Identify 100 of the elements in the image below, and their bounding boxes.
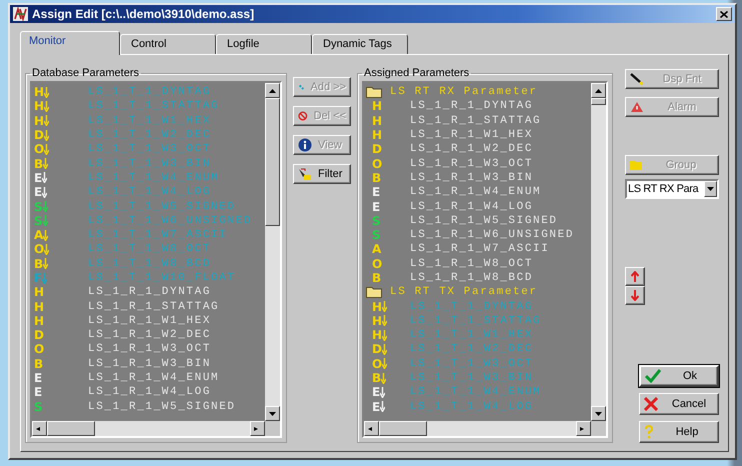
dropdown-button[interactable] [704,181,717,197]
type-letter: E [34,385,42,400]
type-letter: H [372,328,382,342]
scroll-down-button[interactable] [265,406,280,421]
parameter-name[interactable]: LS_1_R_1_W2_DEC [88,329,212,342]
scroll-thumb[interactable] [379,421,427,436]
parameter-name[interactable]: LS_1_R_1_STATTAG [88,300,220,313]
down-arrow-icon [42,201,48,212]
down-arrow-icon [382,301,388,312]
up-arrow-icon [595,88,602,92]
type-letter: A [34,228,44,242]
down-arrow-icon [42,186,48,198]
tab[interactable]: Control [120,34,216,54]
dialog-button[interactable]: Help [639,421,719,443]
down-arrow-icon [631,290,639,301]
scroll-down-button[interactable] [591,406,606,421]
type-letter: E [34,170,42,185]
parameter-name[interactable]: LS_1_R_1_W4_LOG [410,200,534,213]
parameter-name[interactable]: LS_1_R_1_W4_ENUM [88,372,220,384]
app-icon [13,7,28,21]
vertical-scrollbar[interactable] [265,83,280,421]
down-arrow-icon [44,130,49,141]
group-dropdown[interactable]: LS RT RX Para [625,179,719,199]
question-icon [644,425,654,439]
parameter-name[interactable]: LS_1_R_1_DYNTAG [410,100,534,112]
down-arrow-icon [44,100,50,112]
group-name: LS RT RX Parameter [390,86,538,98]
type-letter: H [372,99,382,114]
down-arrow-icon [382,330,388,341]
parameter-name[interactable]: LS_1_R_1_W8_OCT [410,258,534,270]
parameter-name[interactable]: LS_1_R_1_W8_BCD [410,272,534,284]
action-button[interactable]: Filter [293,164,351,184]
scroll-up-button[interactable] [265,83,280,98]
type-letter: H [34,300,44,314]
down-arrow-icon [44,115,50,126]
parameter-name[interactable]: LS_1_R_1_W3_OCT [88,343,212,356]
list-item[interactable]: LS RT TX Parameter [366,285,591,300]
move-up-button[interactable] [625,267,645,286]
close-button[interactable] [716,7,732,21]
folder-icon [630,160,642,170]
down-arrow-icon [380,401,386,412]
no-entry-icon [298,109,308,123]
scroll-up-button[interactable] [591,83,606,98]
down-arrow-icon [381,372,386,384]
parameter-name[interactable]: LS_1_R_1_W4_LOG [88,386,212,398]
parameter-name[interactable]: LS_1_R_1_W3_BIN [410,172,534,184]
parameter-name[interactable]: LS_1_R_1_W5_SIGNED [88,400,236,413]
type-letter: F [34,271,42,285]
parameter-name[interactable]: LS_1_R_1_W1_HEX [410,129,534,142]
tab[interactable]: Logfile [216,34,312,54]
parameter-name[interactable]: LS_1_R_1_W3_BIN [88,358,212,370]
group-name: LS RT TX Parameter [390,286,538,298]
parameter-name[interactable]: LS_1_R_1_W1_HEX [88,314,212,327]
scroll-thumb[interactable] [591,98,606,105]
move-down-button[interactable] [625,286,645,305]
scroll-thumb[interactable] [265,98,280,226]
scroll-right-button[interactable] [250,421,265,436]
down-arrow-icon [43,258,48,270]
parameter-name[interactable]: LS_1_R_1_DYNTAG [88,286,212,298]
caret-icon [707,187,714,191]
parameter-name[interactable]: LS_1_R_1_W6_UNSIGNED [410,229,574,242]
type-letter: H [34,85,44,100]
down-arrow-icon [43,158,48,170]
scroll-left-button[interactable] [364,421,379,436]
dialog-button[interactable]: Ok [639,365,719,387]
down-arrow-icon [382,315,388,326]
parameter-name[interactable]: LS_1_R_1_W7_ASCII [410,243,550,256]
type-letter: B [34,156,44,171]
tab[interactable]: Monitor [20,31,120,55]
list-item[interactable]: LS RT RX Parameter [366,85,591,100]
parameter-name[interactable]: LS_1_R_1_W4_ENUM [410,186,542,198]
parameter-name[interactable]: LS_1_R_1_W5_SIGNED [410,214,558,227]
horizontal-scrollbar[interactable] [32,421,265,436]
type-letter: O [372,156,382,171]
vertical-scrollbar[interactable] [591,83,606,421]
scroll-thumb[interactable] [47,421,95,436]
scroll-left-button[interactable] [32,421,47,436]
type-letter: B [34,256,44,271]
horizontal-scrollbar[interactable] [364,421,591,436]
down-arrow-icon [44,244,50,255]
down-arrow-icon [44,144,50,155]
parameter-name[interactable]: LS_1_R_1_STATTAG [410,114,542,127]
down-arrow-icon [382,344,387,355]
type-letter: H [372,128,382,142]
dialog-button[interactable]: Cancel [639,393,719,415]
info-icon [298,138,312,152]
folder-icon [366,86,382,98]
type-letter: D [372,142,382,156]
type-letter: H [34,114,44,128]
type-letter: D [34,328,44,342]
type-letter: S [34,214,43,228]
parameter-name[interactable]: LS_1_R_1_W3_OCT [410,158,534,170]
scroll-right-button[interactable] [576,421,591,436]
type-letter: H [34,285,44,300]
down-arrow-icon [380,386,386,398]
type-letter: H [34,314,44,328]
parameter-name[interactable]: LS_1_R_1_W2_DEC [410,143,534,156]
folder-icon [366,286,382,298]
tab[interactable]: Dynamic Tags [312,34,408,54]
close-icon [720,10,728,18]
